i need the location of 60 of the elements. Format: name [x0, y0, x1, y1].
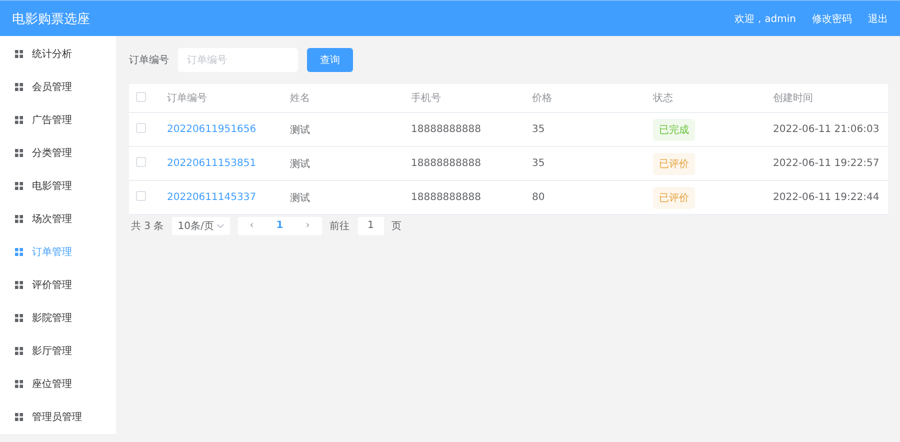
table-cell: 2022-06-11 21:06:03: [773, 124, 880, 135]
grid-icon: [15, 82, 23, 90]
grid-icon: [15, 380, 23, 388]
page-size-select[interactable]: 10条/页: [172, 216, 230, 234]
column-header: 状态: [653, 92, 673, 105]
grid-icon: [15, 346, 23, 354]
table-cell: 18888888888: [411, 158, 481, 169]
grid-icon: [15, 214, 23, 222]
grid-icon: [15, 280, 23, 288]
caret-icon: [216, 224, 224, 228]
table-cell: 35: [532, 158, 545, 169]
grid-icon: [15, 314, 23, 322]
sidebar-item[interactable]: 广告管理: [0, 103, 116, 136]
status-tag: 已评价: [653, 152, 695, 174]
sidebar-item[interactable]: 评价管理: [0, 268, 116, 301]
app-title: 电影购票选座: [12, 10, 91, 28]
checkbox[interactable]: [136, 92, 146, 102]
search-field[interactable]: 订单编号: [178, 48, 298, 72]
page-suffix: 页: [392, 220, 402, 232]
table-cell-text: 测试: [290, 192, 310, 204]
column-header: 创建时间: [773, 92, 813, 105]
table-cell: 80: [532, 192, 545, 203]
field-label: 订单编号: [129, 54, 169, 67]
grid-icon: [15, 116, 23, 124]
table-cell: 2022-06-11 19:22:44: [773, 192, 880, 203]
table-cell: 2022-06-11 19:22:57: [773, 158, 880, 169]
status-tag: 已评价: [653, 186, 695, 208]
grid-icon: [15, 50, 23, 58]
table-cell-text: 测试: [290, 158, 310, 170]
column-header: 订单编号: [167, 92, 207, 105]
grid-icon: [15, 148, 23, 156]
sidebar-item[interactable]: 管理员管理: [0, 400, 116, 433]
table-cell: 35: [532, 124, 545, 135]
sidebar-item[interactable]: 电影管理: [0, 169, 116, 202]
table-cell-text: 测试: [290, 124, 310, 136]
sidebar-item[interactable]: 分类管理: [0, 136, 116, 169]
grid-icon: [15, 248, 23, 256]
status-tag: 已完成: [653, 118, 695, 140]
sidebar-item[interactable]: 会员管理: [0, 70, 116, 103]
column-header: 姓名: [290, 92, 310, 105]
column-header: 价格: [532, 92, 552, 105]
prev-page-button[interactable]: ‹: [238, 220, 266, 231]
sidebar-item[interactable]: 座位管理: [0, 367, 116, 400]
grid-icon: [15, 412, 23, 420]
grid-icon: [15, 182, 23, 190]
checkbox[interactable]: [136, 157, 146, 167]
checkbox[interactable]: [136, 191, 146, 201]
table-cell: 18888888888: [411, 124, 481, 135]
next-page-button[interactable]: ›: [294, 220, 322, 231]
sidebar-item[interactable]: 场次管理: [0, 202, 116, 235]
page-input[interactable]: 1: [358, 216, 384, 234]
goto-label: 前往: [330, 220, 350, 232]
table-cell: 18888888888: [411, 192, 481, 203]
sidebar-item[interactable]: 统计分析: [0, 37, 116, 70]
checkbox[interactable]: [136, 123, 146, 133]
total-count: 共 3 条: [131, 220, 164, 232]
welcome-text: 欢迎，admin: [734, 12, 796, 26]
sidebar-item[interactable]: 影厅管理: [0, 334, 116, 367]
sidebar-item[interactable]: 影院管理: [0, 301, 116, 334]
column-header: 手机号: [411, 92, 441, 105]
